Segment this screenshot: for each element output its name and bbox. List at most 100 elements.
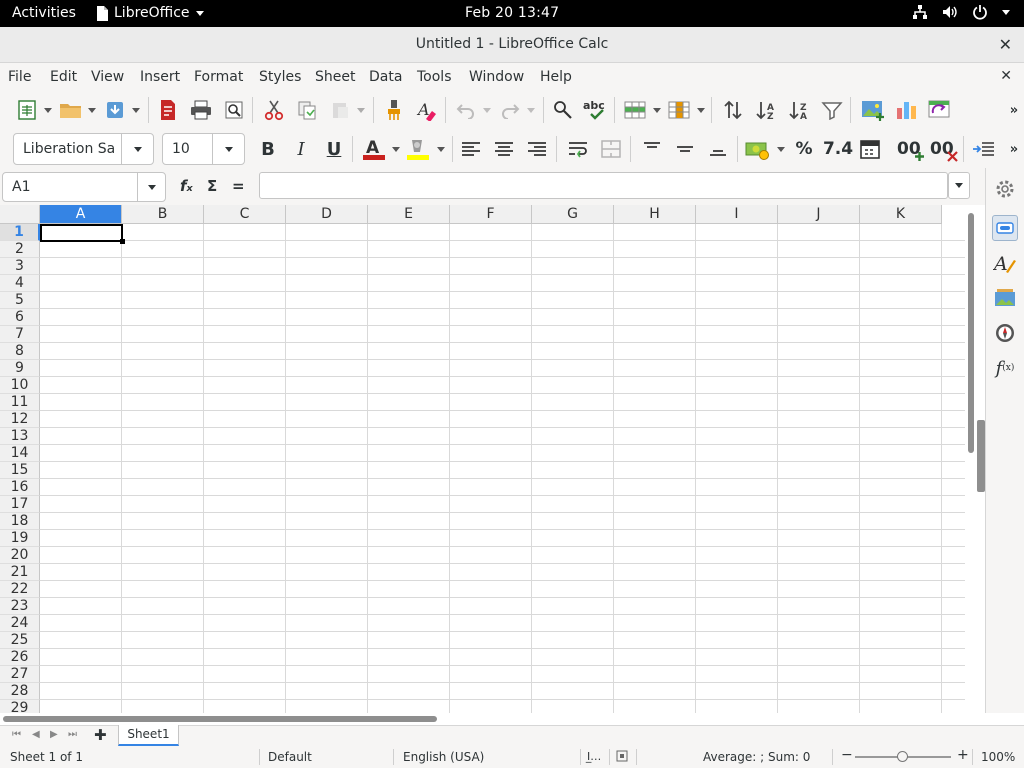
activities-button[interactable]: Activities — [12, 5, 76, 21]
zoom-slider-thumb[interactable] — [897, 751, 908, 762]
align-center-icon[interactable] — [491, 136, 517, 162]
menu-sheet[interactable]: Sheet — [315, 69, 355, 85]
sort-icon[interactable] — [720, 97, 746, 123]
chevron-down-icon[interactable] — [483, 97, 491, 123]
font-name-box[interactable]: Liberation Sa — [13, 133, 154, 165]
row-header[interactable]: 26 — [0, 649, 40, 666]
styles-icon[interactable]: A — [992, 250, 1018, 276]
align-middle-icon[interactable] — [672, 136, 698, 162]
row-header[interactable]: 3 — [0, 258, 40, 275]
clock[interactable]: Feb 20 13:47 — [465, 5, 559, 21]
row-header[interactable]: 19 — [0, 530, 40, 547]
column-header[interactable]: B — [122, 205, 204, 224]
cut-icon[interactable] — [261, 97, 287, 123]
language[interactable]: English (USA) — [403, 750, 484, 764]
date-format-icon[interactable] — [857, 136, 883, 162]
chevron-down-icon[interactable] — [392, 136, 400, 162]
row-header[interactable]: 1 — [0, 224, 40, 241]
active-cell-cursor[interactable] — [40, 224, 125, 244]
properties-icon[interactable] — [992, 215, 1018, 241]
redo-icon[interactable] — [497, 97, 523, 123]
menu-insert[interactable]: Insert — [140, 69, 180, 85]
row-icon[interactable] — [622, 97, 648, 123]
menu-help[interactable]: Help — [540, 69, 572, 85]
font-name-value[interactable]: Liberation Sa — [14, 141, 121, 157]
menu-styles[interactable]: Styles — [259, 69, 301, 85]
insert-chart-icon[interactable] — [893, 97, 919, 123]
chevron-down-icon[interactable] — [44, 97, 52, 123]
row-header[interactable]: 14 — [0, 445, 40, 462]
selection-summary[interactable]: Average: ; Sum: 0 — [703, 750, 810, 764]
row-header[interactable]: 25 — [0, 632, 40, 649]
function-wizard-button[interactable]: fₓ — [180, 177, 193, 195]
zoom-in-button[interactable]: + — [957, 747, 969, 763]
column-header[interactable]: H — [614, 205, 696, 224]
new-spreadsheet-icon[interactable] — [14, 97, 40, 123]
currency-format-icon[interactable] — [745, 136, 771, 162]
chevron-down-icon[interactable] — [121, 134, 153, 164]
cell-area[interactable] — [40, 224, 965, 713]
row-header[interactable]: 24 — [0, 615, 40, 632]
undo-icon[interactable] — [453, 97, 479, 123]
app-menu[interactable]: LibreOffice — [96, 5, 204, 21]
font-size-value[interactable]: 10 — [163, 141, 212, 157]
align-bottom-icon[interactable] — [705, 136, 731, 162]
delete-decimal-button[interactable]: 00 — [930, 136, 958, 162]
column-header[interactable]: E — [368, 205, 450, 224]
row-header[interactable]: 6 — [0, 309, 40, 326]
align-top-icon[interactable] — [639, 136, 665, 162]
row-header[interactable]: 4 — [0, 275, 40, 292]
sum-button[interactable]: Σ — [207, 177, 217, 195]
chevron-down-icon[interactable] — [653, 97, 661, 123]
navigator-icon[interactable] — [992, 320, 1018, 346]
highlight-color-icon[interactable] — [405, 136, 431, 162]
row-header[interactable]: 9 — [0, 360, 40, 377]
row-header[interactable]: 17 — [0, 496, 40, 513]
gallery-icon[interactable] — [992, 285, 1018, 311]
column-header[interactable]: C — [204, 205, 286, 224]
previous-sheet-icon[interactable]: ◀ — [32, 729, 40, 740]
next-sheet-icon[interactable]: ▶ — [50, 729, 58, 740]
toolbar-overflow-icon[interactable]: » — [1006, 97, 1022, 123]
select-all-corner[interactable] — [0, 205, 40, 224]
sidebar-resize-handle[interactable] — [977, 420, 985, 492]
column-header[interactable]: G — [532, 205, 614, 224]
wrap-text-icon[interactable] — [565, 136, 591, 162]
percent-format-button[interactable]: % — [791, 136, 817, 162]
find-replace-icon[interactable] — [550, 97, 576, 123]
italic-button[interactable]: I — [288, 136, 314, 162]
last-sheet-icon[interactable]: ⏭ — [68, 729, 77, 740]
row-header[interactable]: 21 — [0, 564, 40, 581]
system-tray[interactable] — [912, 4, 1010, 20]
menu-window[interactable]: Window — [469, 69, 524, 85]
expand-formula-bar-button[interactable] — [948, 172, 970, 199]
column-header[interactable]: K — [860, 205, 942, 224]
row-header[interactable]: 28 — [0, 683, 40, 700]
row-header[interactable]: 23 — [0, 598, 40, 615]
clear-formatting-icon[interactable]: A — [414, 97, 440, 123]
row-header[interactable]: 29 — [0, 700, 40, 713]
functions-icon[interactable]: f (x) — [992, 355, 1018, 381]
name-box-value[interactable]: A1 — [3, 179, 137, 195]
row-header[interactable]: 16 — [0, 479, 40, 496]
font-color-icon[interactable]: A — [361, 136, 387, 162]
column-header[interactable]: I — [696, 205, 778, 224]
menu-file[interactable]: File — [8, 69, 31, 85]
sheet-tab[interactable]: Sheet1 — [118, 725, 179, 746]
selection-mode-icon[interactable] — [616, 750, 628, 765]
chevron-down-icon[interactable] — [212, 134, 244, 164]
chevron-down-icon[interactable] — [132, 97, 140, 123]
name-box[interactable]: A1 — [2, 172, 166, 202]
column-header[interactable]: A — [40, 205, 122, 224]
sidebar-settings-icon[interactable] — [992, 176, 1018, 202]
row-header[interactable]: 27 — [0, 666, 40, 683]
pivot-table-icon[interactable] — [926, 97, 952, 123]
clone-formatting-icon[interactable] — [381, 97, 407, 123]
horizontal-scrollbar[interactable] — [0, 713, 965, 725]
close-document-button[interactable]: ✕ — [1000, 68, 1012, 84]
spreadsheet-grid[interactable]: ABCDEFGHIJK 1 2 3 4 5 6 7 8 9 10 11 12 13 14 15 16 17 18 1… — [0, 205, 965, 713]
copy-icon[interactable] — [294, 97, 320, 123]
menu-format[interactable]: Format — [194, 69, 243, 85]
row-header[interactable]: 10 — [0, 377, 40, 394]
chevron-down-icon[interactable] — [137, 173, 165, 201]
